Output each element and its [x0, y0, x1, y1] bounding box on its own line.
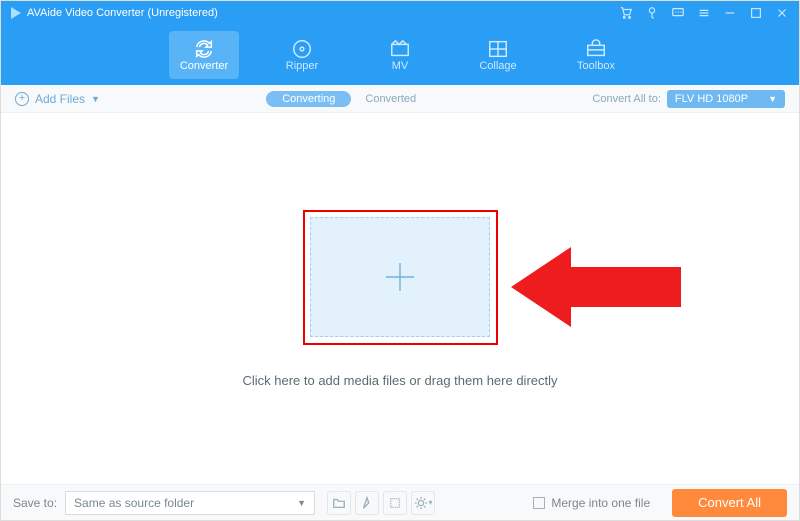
dropzone[interactable]: [303, 210, 498, 345]
dropzone-inner: [310, 217, 490, 337]
convert-all-button[interactable]: Convert All: [672, 489, 787, 517]
dropzone-text: Click here to add media files or drag th…: [242, 373, 557, 388]
nav-label: Collage: [479, 60, 516, 72]
annotation-arrow: [511, 242, 681, 337]
saveto-label: Save to:: [13, 496, 57, 510]
settings-icon[interactable]: ▾: [411, 491, 435, 515]
content-area: Click here to add media files or drag th…: [1, 113, 799, 484]
merge-checkbox[interactable]: Merge into one file: [533, 496, 650, 510]
plus-circle-icon: +: [15, 92, 29, 106]
main-nav: Converter Ripper MV Collage Toolbox: [1, 25, 799, 85]
nav-toolbox[interactable]: Toolbox: [561, 31, 631, 79]
status-bar: Save to: Same as source folder ▼ ▾ Merge…: [1, 484, 799, 520]
nav-collage[interactable]: Collage: [463, 31, 533, 79]
chevron-down-icon: ▼: [91, 94, 100, 104]
plus-icon: [380, 257, 420, 297]
key-icon[interactable]: [645, 6, 659, 20]
minimize-icon[interactable]: [723, 6, 737, 20]
window-title: AVAide Video Converter (Unregistered): [27, 7, 619, 19]
checkbox-box: [533, 497, 545, 509]
menu-icon[interactable]: [697, 6, 711, 20]
message-icon[interactable]: [671, 6, 685, 20]
saveto-value: Same as source folder: [74, 496, 194, 510]
saveto-select[interactable]: Same as source folder ▼: [65, 491, 315, 515]
nav-label: MV: [392, 60, 409, 72]
toolbar: + Add Files ▼ Converting Converted Conve…: [1, 85, 799, 113]
status-icons: ▾: [327, 491, 435, 515]
maximize-icon[interactable]: [749, 6, 763, 20]
cart-icon[interactable]: [619, 6, 633, 20]
format-value: FLV HD 1080P: [675, 93, 748, 105]
nav-converter[interactable]: Converter: [169, 31, 239, 79]
chevron-down-icon: ▼: [297, 498, 306, 508]
nav-label: Converter: [180, 60, 228, 72]
add-files-label: Add Files: [35, 92, 85, 106]
convert-all-to: Convert All to: FLV HD 1080P ▼: [592, 90, 785, 108]
nav-mv[interactable]: MV: [365, 31, 435, 79]
open-folder-icon[interactable]: [327, 491, 351, 515]
system-icons: [619, 6, 789, 20]
output-format-select[interactable]: FLV HD 1080P ▼: [667, 90, 785, 108]
nav-label: Ripper: [286, 60, 318, 72]
tab-converting[interactable]: Converting: [266, 91, 351, 107]
convert-all-label: Convert All to:: [592, 93, 660, 105]
chevron-down-icon: ▼: [768, 94, 777, 104]
status-tabs: Converting Converted: [266, 91, 426, 107]
app-window: AVAide Video Converter (Unregistered) Co…: [0, 0, 800, 521]
speed-icon[interactable]: [355, 491, 379, 515]
tab-converted[interactable]: Converted: [355, 91, 426, 107]
nav-label: Toolbox: [577, 60, 615, 72]
add-files-button[interactable]: + Add Files ▼: [15, 92, 100, 106]
close-icon[interactable]: [775, 6, 789, 20]
app-logo-icon: [11, 7, 21, 19]
merge-label: Merge into one file: [551, 496, 650, 510]
nav-ripper[interactable]: Ripper: [267, 31, 337, 79]
gpu-icon[interactable]: [383, 491, 407, 515]
title-bar: AVAide Video Converter (Unregistered): [1, 1, 799, 25]
